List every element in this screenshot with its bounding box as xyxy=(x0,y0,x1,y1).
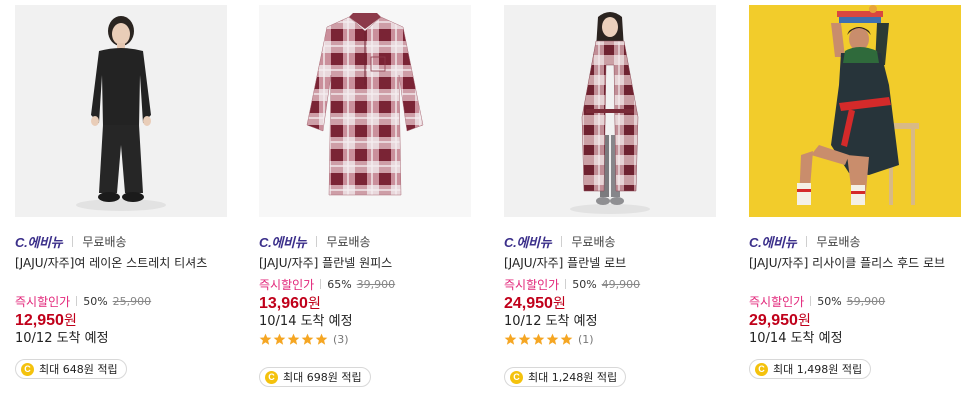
coin-icon: C xyxy=(21,362,34,376)
star-icon xyxy=(546,333,559,345)
reward-points-text: 최대 648원 적립 xyxy=(39,363,118,376)
star-icon xyxy=(259,333,272,345)
delivery-estimate: 10/14 도착 예정 xyxy=(749,331,843,346)
sale-price-row: 12,950 원 xyxy=(15,310,235,330)
brand-row: C.에비뉴 무료배송 xyxy=(15,232,127,251)
discount-label: 즉시할인가 xyxy=(259,277,315,292)
original-price: 59,900 xyxy=(846,294,886,308)
sale-price-row: 24,950 원 xyxy=(504,293,724,313)
price-box: 즉시할인가 65% 39,900 13,960 원 10/14 도착 예정 xyxy=(259,276,479,331)
coin-icon: C xyxy=(755,362,768,376)
delivery-estimate: 10/14 도착 예정 xyxy=(259,314,353,329)
discount-rate: 65% xyxy=(327,277,352,291)
reward-points-badge[interactable]: C 최대 698원 적립 xyxy=(259,367,371,387)
discount-row: 즉시할인가 65% 39,900 xyxy=(259,276,479,292)
brand-logo[interactable]: C.에비뉴 xyxy=(749,232,797,251)
original-price: 25,900 xyxy=(112,294,152,308)
original-price: 39,900 xyxy=(356,277,396,291)
brand-logo[interactable]: C.에비뉴 xyxy=(504,232,552,251)
product-card[interactable]: C.에비뉴 무료배송 [JAJU/자주] 리사이클 플리스 후드 로브 즉시할인… xyxy=(749,5,969,405)
price-box: 즉시할인가 50% 25,900 12,950 원 10/12 도착 예정 xyxy=(15,293,235,348)
brand-row: C.에비뉴 무료배송 xyxy=(749,232,861,251)
discount-row: 즉시할인가 50% 59,900 xyxy=(749,293,969,309)
brand-logo[interactable]: C.에비뉴 xyxy=(15,232,63,251)
brand-logo[interactable]: C.에비뉴 xyxy=(259,232,307,251)
product-card[interactable]: C.에비뉴 무료배송 [JAJU/자주] 플란넬 원피스 즉시할인가 65% 3… xyxy=(259,5,479,405)
reward-points-badge[interactable]: C 최대 1,498원 적립 xyxy=(749,359,872,379)
reward-points-badge[interactable]: C 최대 1,248원 적립 xyxy=(504,367,627,387)
coin-icon: C xyxy=(510,370,523,384)
star-icon xyxy=(273,333,286,345)
currency: 원 xyxy=(307,296,321,312)
sale-price: 29,950 xyxy=(749,312,798,329)
price-box: 즉시할인가 50% 49,900 24,950 원 10/12 도착 예정 xyxy=(504,276,724,331)
currency: 원 xyxy=(797,313,811,329)
reward-points-text: 최대 1,248원 적립 xyxy=(528,371,618,384)
sale-price-row: 29,950 원 xyxy=(749,310,969,330)
product-card[interactable]: C.에비뉴 무료배송 [JAJU/자주]여 레이온 스트레치 티셔츠 즉시할인가… xyxy=(15,5,235,405)
rating[interactable]: (1) xyxy=(504,332,594,346)
star-icon xyxy=(287,333,300,345)
product-title[interactable]: [JAJU/자주] 리사이클 플리스 후드 로브 xyxy=(749,255,961,272)
divider xyxy=(806,235,808,247)
brand-row: C.에비뉴 무료배송 xyxy=(259,232,371,251)
rating-stars xyxy=(504,333,574,346)
star-icon xyxy=(532,333,545,345)
rating-stars xyxy=(259,333,329,346)
free-shipping-label: 무료배송 xyxy=(571,234,616,249)
product-title[interactable]: [JAJU/자주] 플란넬 원피스 xyxy=(259,255,471,272)
currency: 원 xyxy=(63,313,77,329)
product-image[interactable] xyxy=(749,5,961,217)
currency: 원 xyxy=(552,296,566,312)
brand-row: C.에비뉴 무료배송 xyxy=(504,232,616,251)
discount-label: 즉시할인가 xyxy=(749,294,805,309)
divider xyxy=(561,235,563,247)
product-title[interactable]: [JAJU/자주]여 레이온 스트레치 티셔츠 xyxy=(15,255,227,272)
divider xyxy=(810,296,812,306)
discount-rate: 50% xyxy=(83,294,108,308)
product-card[interactable]: C.에비뉴 무료배송 [JAJU/자주] 플란넬 로브 즉시할인가 50% 49… xyxy=(504,5,724,405)
discount-row: 즉시할인가 50% 49,900 xyxy=(504,276,724,292)
discount-row: 즉시할인가 50% 25,900 xyxy=(15,293,235,309)
product-image[interactable] xyxy=(15,5,227,217)
review-count: (1) xyxy=(578,332,594,346)
star-icon xyxy=(504,333,517,345)
divider xyxy=(76,296,78,306)
discount-label: 즉시할인가 xyxy=(504,277,560,292)
product-title[interactable]: [JAJU/자주] 플란넬 로브 xyxy=(504,255,716,272)
reward-points-text: 최대 698원 적립 xyxy=(283,371,362,384)
star-icon xyxy=(315,333,328,345)
divider xyxy=(320,279,322,289)
product-image[interactable] xyxy=(504,5,716,217)
reward-points-text: 최대 1,498원 적립 xyxy=(773,363,863,376)
sale-price-row: 13,960 원 xyxy=(259,293,479,313)
price-box: 즉시할인가 50% 59,900 29,950 원 10/14 도착 예정 xyxy=(749,293,969,348)
rating[interactable]: (3) xyxy=(259,332,349,346)
sale-price: 13,960 xyxy=(259,295,308,312)
delivery-estimate: 10/12 도착 예정 xyxy=(15,331,109,346)
discount-label: 즉시할인가 xyxy=(15,294,71,309)
sale-price: 24,950 xyxy=(504,295,553,312)
free-shipping-label: 무료배송 xyxy=(816,234,861,249)
divider xyxy=(565,279,567,289)
discount-rate: 50% xyxy=(817,294,842,308)
product-image[interactable] xyxy=(259,5,471,217)
free-shipping-label: 무료배송 xyxy=(326,234,371,249)
star-icon xyxy=(518,333,531,345)
discount-rate: 50% xyxy=(572,277,597,291)
star-icon xyxy=(301,333,314,345)
divider xyxy=(72,235,74,247)
coin-icon: C xyxy=(265,370,278,384)
free-shipping-label: 무료배송 xyxy=(82,234,127,249)
reward-points-badge[interactable]: C 최대 648원 적립 xyxy=(15,359,127,379)
sale-price: 12,950 xyxy=(15,312,64,329)
original-price: 49,900 xyxy=(601,277,641,291)
star-icon xyxy=(560,333,573,345)
review-count: (3) xyxy=(333,332,349,346)
delivery-estimate: 10/12 도착 예정 xyxy=(504,314,598,329)
divider xyxy=(316,235,318,247)
product-grid: C.에비뉴 무료배송 [JAJU/자주]여 레이온 스트레치 티셔츠 즉시할인가… xyxy=(0,0,973,413)
